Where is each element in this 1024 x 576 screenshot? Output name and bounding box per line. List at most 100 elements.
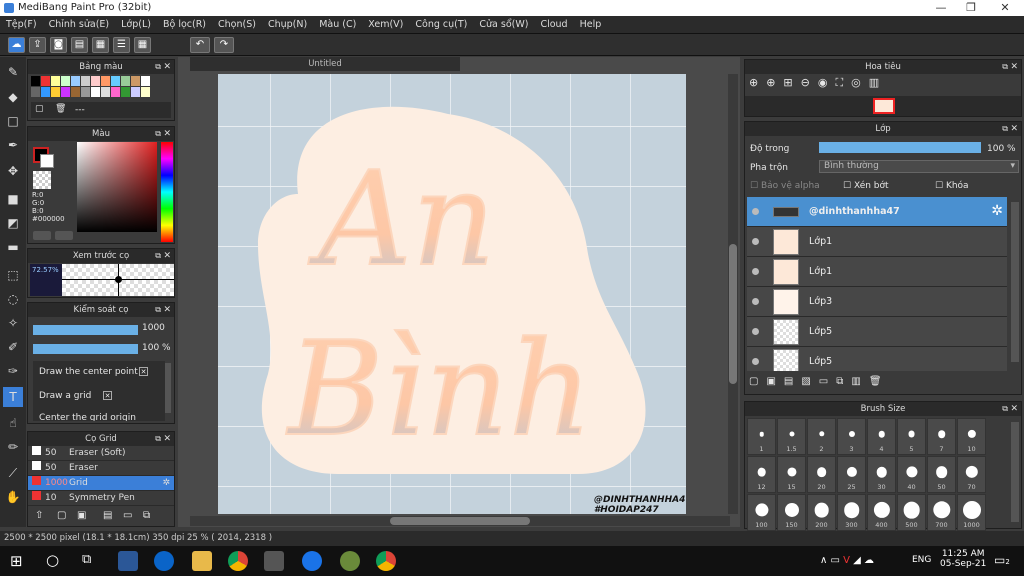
horizontal-scrollbar[interactable] [190,516,730,526]
hue-slider[interactable] [161,142,173,242]
chrome-icon[interactable] [228,551,248,571]
move-tool-icon[interactable]: ✥ [3,161,23,181]
color-swatch[interactable] [31,76,40,86]
menu-file[interactable]: Tệp(F) [0,16,43,34]
color-swatch[interactable] [41,76,50,86]
color-swatch[interactable] [71,87,80,97]
brush-size-option[interactable]: 70 [957,456,986,493]
medibang-icon[interactable] [340,551,360,571]
brush-size-option[interactable]: 700 [927,494,956,531]
windows-start-icon[interactable]: ⊞ [10,552,23,570]
cloud-icon[interactable]: ☁ [8,37,25,53]
color-swatch[interactable] [111,76,120,86]
scrollbar[interactable] [165,363,171,413]
gear-icon[interactable]: ✲ [162,476,170,491]
magic-wand-icon[interactable]: ✧ [3,313,23,333]
text-tool-icon[interactable]: T [3,387,23,407]
pen-tool-icon[interactable]: ✒ [3,135,23,155]
trash-icon[interactable]: 🗑 [55,104,66,114]
layer-row[interactable]: Lớp5 [747,317,1007,347]
layer-row[interactable]: Lớp1 [747,227,1007,257]
brush-size-option[interactable]: 5 [897,418,926,455]
rectangle-tool-icon[interactable]: □ [3,111,23,131]
color-swatch[interactable] [61,87,70,97]
color-swatch[interactable] [51,87,60,97]
brush-size-option[interactable]: 40 [897,456,926,493]
palette-swatches[interactable] [31,76,161,100]
vertical-scrollbar[interactable] [728,74,738,514]
brush-item[interactable]: 10 Symmetry Pen [28,491,174,506]
close-icon[interactable]: ✕ [1010,402,1018,416]
color-swatch[interactable] [111,87,120,97]
draw-center-checkbox[interactable]: ✕ [139,367,148,376]
language-indicator[interactable]: ENG [912,555,931,565]
search-icon[interactable]: ○ [46,551,59,569]
draw-grid-checkbox[interactable]: ✕ [103,391,112,400]
color-swatch[interactable] [71,76,80,86]
menu-color[interactable]: Màu (C) [313,16,362,34]
layer-toolbar[interactable]: ▢▣▤▧▭⧉▥🗑 [749,376,890,387]
menu-filter[interactable]: Bộ lọc(R) [157,16,212,34]
eraser-tool-icon[interactable]: ◆ [3,87,23,107]
document-icon[interactable]: ▦ [92,37,109,53]
brush-size-option[interactable]: 1.5 [777,418,806,455]
transparent-color[interactable] [33,171,51,189]
brush-size-option[interactable]: 4 [867,418,896,455]
blend-mode-select[interactable]: Bình thường ▾ [819,160,1019,173]
select-rect-icon[interactable]: ⬚ [3,265,23,285]
edge-icon[interactable] [154,551,174,571]
lasso-icon[interactable]: ◌ [3,289,23,309]
brush-size-option[interactable]: 7 [927,418,956,455]
canvas-artwork[interactable]: An Bình @DINHTHANHHA47 #HOIDAP247 [218,74,686,514]
color-swatch[interactable] [61,76,70,86]
brush-item-selected[interactable]: 1000Grid ✲ [28,476,174,491]
brush-size-option[interactable]: 500 [897,494,926,531]
scrollbar[interactable] [1011,202,1019,362]
brush-tool-icon[interactable]: ✎ [3,62,23,82]
color-swatch[interactable] [91,87,100,97]
redo-icon[interactable]: ↷ [214,37,234,53]
brush-size-option[interactable]: 15 [777,456,806,493]
eyedropper-icon[interactable]: ✏ [3,437,23,457]
close-icon[interactable]: ✕ [163,249,171,263]
add-brush-icon[interactable]: ⇧ [35,510,43,521]
scroll-thumb[interactable] [729,244,737,384]
lock-option[interactable]: ☐ Khóa [935,181,969,191]
new-page-icon[interactable]: ▢ [35,104,44,114]
folder-icon[interactable]: ▭ [123,510,132,521]
brush-size-option[interactable]: 200 [807,494,836,531]
color-swatch[interactable] [81,76,90,86]
close-icon[interactable]: ✕ [163,303,171,317]
layer-row-selected[interactable]: @dinhthanhha47 ✲ [747,197,1007,227]
close-icon[interactable]: ✕ [1010,60,1018,74]
brush-size-option[interactable]: 1 [747,418,776,455]
brush-size-option[interactable]: 3 [837,418,866,455]
menu-layer[interactable]: Lớp(L) [115,16,157,34]
brush-item[interactable]: 50 Eraser [28,461,174,476]
minimize-icon[interactable]: — [926,0,956,16]
brush-size-option[interactable]: 400 [867,494,896,531]
color-mode-button[interactable] [33,231,51,240]
clock[interactable]: 11:25 AM 05-Sep-21 [940,549,986,569]
color-swatch[interactable] [31,87,40,97]
saturation-picker[interactable] [77,142,157,232]
chat-icon[interactable]: ▤ [71,37,88,53]
brush-menu-icon[interactable]: ▣ [77,510,86,521]
menu-snap[interactable]: Chụp(N) [262,16,313,34]
scroll-thumb[interactable] [390,517,530,525]
brush-item[interactable]: 50 Eraser (Soft) [28,446,174,461]
menu-window[interactable]: Cửa sổ(W) [473,16,534,34]
brush-size-option[interactable]: 150 [777,494,806,531]
hand-tool-icon[interactable]: ✋ [3,487,23,507]
color-swatch[interactable] [131,76,140,86]
zalo-icon[interactable] [302,551,322,571]
close-icon[interactable]: ✕ [163,60,171,74]
menu-help[interactable]: Help [574,16,608,34]
layer-opacity-slider[interactable] [819,142,981,153]
color-swatch[interactable] [101,76,110,86]
store-icon[interactable] [264,551,284,571]
brush-settings-icon[interactable]: ▤ [103,510,112,521]
gradient-tool-icon[interactable]: ▬ [3,237,23,257]
protect-alpha-option[interactable]: ☐ Bảo vệ alpha [750,181,820,191]
menu-select[interactable]: Chọn(S) [212,16,262,34]
